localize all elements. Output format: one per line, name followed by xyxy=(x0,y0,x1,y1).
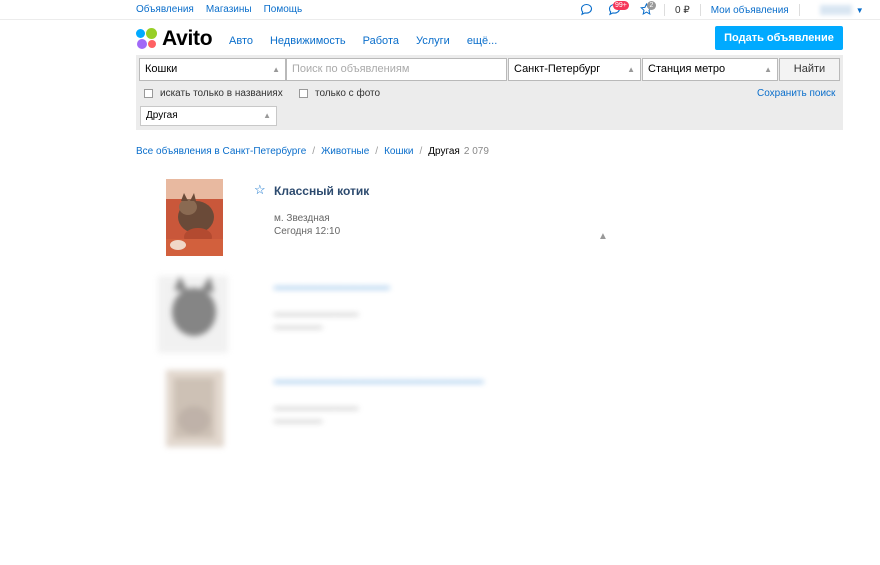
notifications-icon[interactable]: 99+ xyxy=(608,1,629,17)
breadcrumb-separator: / xyxy=(312,146,316,157)
select-arrows-icon: ▲ xyxy=(627,65,635,74)
search-panel: Кошки ▲ Поиск по объявлениям Санкт-Петер… xyxy=(136,55,843,130)
listing-item-blurred[interactable]: ━━━━━━━━━━━━━━━━ ━━━━━━━━━━━━━━ ━━━━━━━━ xyxy=(150,276,650,358)
listing-date-blurred: ━━━━━━━━ xyxy=(274,417,323,428)
only-photo-checkbox[interactable]: только с фото xyxy=(299,88,380,99)
breed-value: Другая xyxy=(146,110,178,121)
nav-more[interactable]: ещё... xyxy=(467,35,497,47)
top-link-help[interactable]: Помощь xyxy=(264,4,303,15)
city-select[interactable]: Санкт-Петербург ▲ xyxy=(508,58,641,81)
breadcrumb-separator: / xyxy=(419,146,423,157)
favorites-star-icon[interactable]: 2 xyxy=(640,1,656,17)
select-arrows-icon: ▲ xyxy=(272,65,280,74)
divider xyxy=(664,4,665,16)
select-arrows-icon: ▲ xyxy=(263,111,271,120)
favorite-star-icon[interactable]: ☆ xyxy=(254,182,266,198)
main-nav: Авто Недвижимость Работа Услуги ещё... xyxy=(229,35,497,47)
listing-metro-blurred: ━━━━━━━━━━━━━━ xyxy=(274,310,359,321)
breadcrumb-all[interactable]: Все объявления в Санкт-Петербурге xyxy=(136,146,306,157)
category-value: Кошки xyxy=(145,63,178,75)
listing-metro: м. Звездная xyxy=(274,213,330,224)
top-link-shops[interactable]: Магазины xyxy=(206,4,252,15)
chevron-down-icon[interactable]: ▼ xyxy=(856,6,864,15)
my-ads-link[interactable]: Мои объявления xyxy=(711,5,789,16)
post-ad-button[interactable]: Подать объявление xyxy=(715,26,843,50)
listing-date-blurred: ━━━━━━━━ xyxy=(274,323,323,334)
breadcrumb-current: Другая xyxy=(428,146,460,157)
listing-title[interactable]: Классный котик xyxy=(274,184,369,198)
user-name-blurred[interactable] xyxy=(819,5,852,15)
metro-value: Станция метро xyxy=(648,63,726,75)
search-input[interactable]: Поиск по объявлениям xyxy=(286,58,507,81)
city-value: Санкт-Петербург xyxy=(514,63,601,75)
breadcrumb-cats[interactable]: Кошки xyxy=(384,146,413,157)
listing-photo[interactable] xyxy=(158,276,228,353)
checkbox-box[interactable] xyxy=(144,89,153,98)
nav-services[interactable]: Услуги xyxy=(416,35,450,47)
listing-item[interactable]: ☆ Классный котик м. Звездная Сегодня 12:… xyxy=(150,179,650,261)
only-photo-label: только с фото xyxy=(315,88,381,99)
listing-photo[interactable] xyxy=(166,370,224,447)
listing-metro-blurred: ━━━━━━━━━━━━━━ xyxy=(274,404,359,415)
only-titles-label: искать только в названиях xyxy=(160,88,283,99)
nav-realty[interactable]: Недвижимость xyxy=(270,35,346,47)
only-titles-checkbox[interactable]: искать только в названиях xyxy=(144,88,283,99)
results-count: 2 079 xyxy=(463,146,489,157)
divider xyxy=(798,4,800,16)
search-placeholder: Поиск по объявлениям xyxy=(292,63,410,75)
save-search-link[interactable]: Сохранить поиск xyxy=(757,88,835,99)
divider xyxy=(699,4,701,16)
category-select[interactable]: Кошки ▲ xyxy=(139,58,286,81)
select-arrows-icon: ▲ xyxy=(764,65,772,74)
listing-item-blurred[interactable]: ━━━━━━━━━━━━━━━━━━━━━━━━━━━━━ ━━━━━━━━━━… xyxy=(150,370,650,452)
listing-photo[interactable] xyxy=(166,179,223,256)
avito-logo[interactable]: Avito xyxy=(136,27,213,51)
notifications-badge: 99+ xyxy=(613,1,629,10)
listing-title-blurred: ━━━━━━━━━━━━━━━━━━━━━━━━━━━━━ xyxy=(274,375,484,389)
balance[interactable]: 0 ₽ xyxy=(675,5,690,16)
promote-up-icon[interactable]: ▲ xyxy=(598,231,608,242)
top-bar: Объявления Магазины Помощь 99+ 2 0 ₽ Мои… xyxy=(0,0,880,20)
top-link-ads[interactable]: Объявления xyxy=(136,4,194,15)
checkbox-box[interactable] xyxy=(299,89,308,98)
favorites-badge: 2 xyxy=(647,1,656,10)
logo-text: Avito xyxy=(162,27,213,50)
breadcrumb-animals[interactable]: Животные xyxy=(321,146,369,157)
nav-auto[interactable]: Авто xyxy=(229,35,253,47)
nav-jobs[interactable]: Работа xyxy=(363,35,399,47)
listing-title-blurred: ━━━━━━━━━━━━━━━━ xyxy=(274,281,390,295)
listing-date: Сегодня 12:10 xyxy=(274,226,341,237)
logo-dots-icon xyxy=(136,28,158,50)
find-button[interactable]: Найти xyxy=(779,58,840,81)
breadcrumb: Все объявления в Санкт-Петербурге / Живо… xyxy=(136,146,489,157)
breed-select[interactable]: Другая ▲ xyxy=(140,106,277,126)
metro-select[interactable]: Станция метро ▲ xyxy=(642,58,778,81)
chat-icon[interactable] xyxy=(580,3,594,17)
breadcrumb-separator: / xyxy=(375,146,379,157)
